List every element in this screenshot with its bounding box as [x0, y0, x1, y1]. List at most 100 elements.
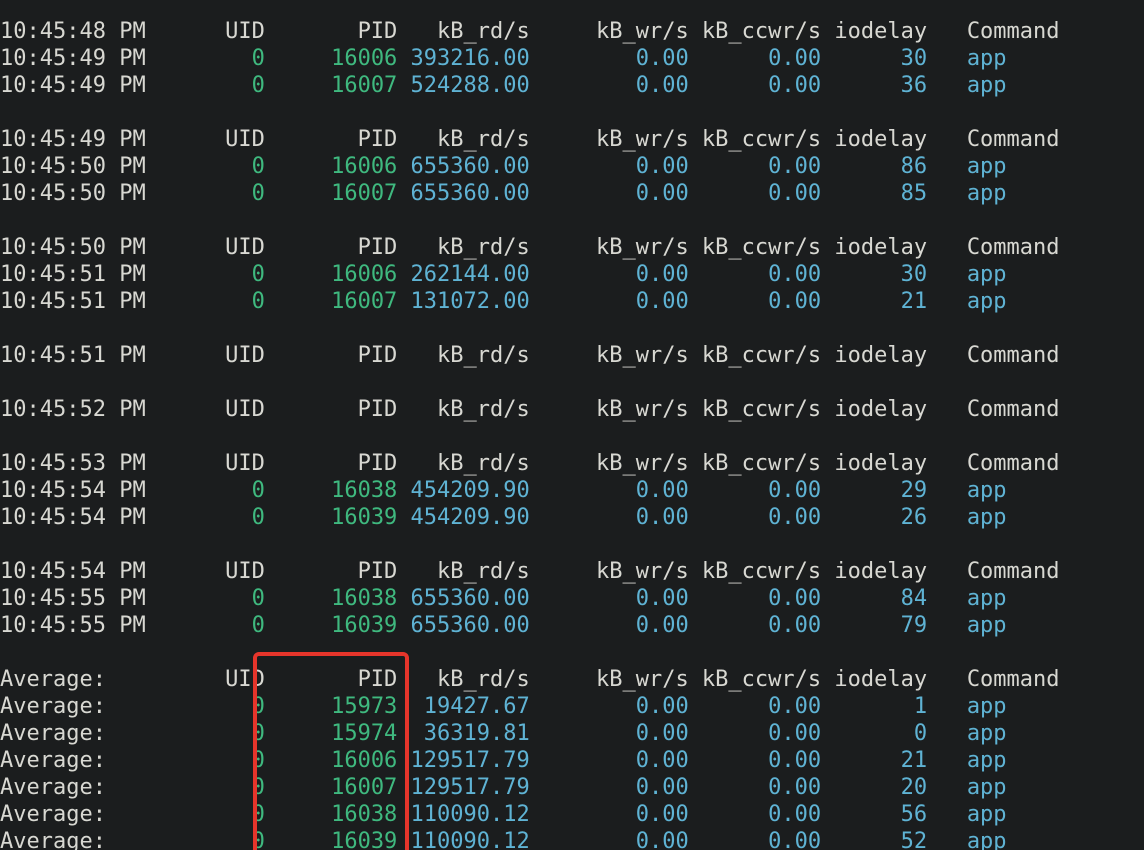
cell-command: app [927, 261, 1006, 288]
average-label: Average: [0, 666, 172, 693]
average-label: Average: [0, 720, 172, 747]
cell-uid: 0 [172, 504, 265, 531]
header-command: Command [927, 126, 1059, 153]
header-command: Command [927, 234, 1059, 261]
header-uid: UID [172, 396, 265, 423]
cell-kb-wr: 0.00 [530, 585, 689, 612]
cell-timestamp: 10:45:50 PM [0, 180, 172, 207]
cell-pid: 16038 [265, 477, 397, 504]
header-kb-rd: kB_rd/s [397, 126, 529, 153]
header-pid: PID [265, 450, 397, 477]
header-kb-wr: kB_wr/s [530, 450, 689, 477]
header-pid: PID [265, 666, 397, 693]
cell-uid: 0 [172, 261, 265, 288]
header-row: 10:45:53 PMUIDPIDkB_rd/skB_wr/skB_ccwr/s… [0, 450, 1144, 477]
cell-pid: 16007 [265, 774, 397, 801]
cell-command: app [927, 585, 1006, 612]
cell-kb-rd: 393216.00 [397, 45, 529, 72]
header-uid: UID [172, 450, 265, 477]
data-row: 10:45:54 PM016039454209.900.000.0026app [0, 504, 1144, 531]
cell-command: app [927, 693, 1006, 720]
cell-kb-rd: 131072.00 [397, 288, 529, 315]
cell-kb-wr: 0.00 [530, 801, 689, 828]
header-kb-ccwr: kB_ccwr/s [689, 450, 821, 477]
cell-command: app [927, 612, 1006, 639]
data-row: 10:45:49 PM016006393216.000.000.0030app [0, 45, 1144, 72]
header-iodelay: iodelay [821, 666, 927, 693]
data-row: 10:45:54 PM016038454209.900.000.0029app [0, 477, 1144, 504]
cell-kb-ccwr: 0.00 [689, 288, 821, 315]
cell-command: app [927, 828, 1006, 850]
average-row: Average:01597319427.670.000.001app [0, 693, 1144, 720]
cell-kb-wr: 0.00 [530, 153, 689, 180]
cell-timestamp: 10:45:55 PM [0, 585, 172, 612]
average-header-row: Average:UIDPIDkB_rd/skB_wr/skB_ccwr/siod… [0, 666, 1144, 693]
header-kb-wr: kB_wr/s [530, 666, 689, 693]
header-iodelay: iodelay [821, 18, 927, 45]
cell-command: app [927, 801, 1006, 828]
cell-kb-wr: 0.00 [530, 261, 689, 288]
cell-kb-rd: 524288.00 [397, 72, 529, 99]
header-iodelay: iodelay [821, 234, 927, 261]
cell-pid: 16006 [265, 45, 397, 72]
cell-uid: 0 [172, 720, 265, 747]
cell-iodelay: 36 [821, 72, 927, 99]
header-kb-wr: kB_wr/s [530, 126, 689, 153]
cell-command: app [927, 774, 1006, 801]
header-row: 10:45:51 PMUIDPIDkB_rd/skB_wr/skB_ccwr/s… [0, 342, 1144, 369]
data-row: 10:45:49 PM016007524288.000.000.0036app [0, 72, 1144, 99]
cell-pid: 16038 [265, 585, 397, 612]
cell-kb-wr: 0.00 [530, 828, 689, 850]
header-kb-ccwr: kB_ccwr/s [689, 396, 821, 423]
cell-command: app [927, 45, 1006, 72]
cell-command: app [927, 180, 1006, 207]
cell-timestamp: 10:45:50 PM [0, 153, 172, 180]
cell-pid: 16006 [265, 153, 397, 180]
blank-line [0, 639, 1144, 666]
header-command: Command [927, 18, 1059, 45]
cell-kb-ccwr: 0.00 [689, 153, 821, 180]
cell-timestamp: 10:45:51 PM [0, 288, 172, 315]
average-label: Average: [0, 747, 172, 774]
header-kb-rd: kB_rd/s [397, 666, 529, 693]
average-row: Average:016007129517.790.000.0020app [0, 774, 1144, 801]
header-kb-rd: kB_rd/s [397, 450, 529, 477]
cell-iodelay: 79 [821, 612, 927, 639]
cell-command: app [927, 72, 1006, 99]
header-iodelay: iodelay [821, 396, 927, 423]
cell-kb-wr: 0.00 [530, 747, 689, 774]
cell-kb-rd: 36319.81 [397, 720, 529, 747]
cell-kb-ccwr: 0.00 [689, 720, 821, 747]
cell-kb-ccwr: 0.00 [689, 828, 821, 850]
blank-line [0, 315, 1144, 342]
cell-pid: 15973 [265, 693, 397, 720]
header-timestamp: 10:45:48 PM [0, 18, 172, 45]
cell-command: app [927, 153, 1006, 180]
cell-uid: 0 [172, 828, 265, 850]
cell-pid: 16039 [265, 504, 397, 531]
header-row: 10:45:54 PMUIDPIDkB_rd/skB_wr/skB_ccwr/s… [0, 558, 1144, 585]
header-command: Command [927, 342, 1059, 369]
cell-timestamp: 10:45:51 PM [0, 261, 172, 288]
cell-uid: 0 [172, 153, 265, 180]
cell-kb-wr: 0.00 [530, 504, 689, 531]
cell-uid: 0 [172, 693, 265, 720]
cell-uid: 0 [172, 72, 265, 99]
header-uid: UID [172, 18, 265, 45]
blank-line [0, 531, 1144, 558]
blank-line [0, 423, 1144, 450]
header-row: 10:45:50 PMUIDPIDkB_rd/skB_wr/skB_ccwr/s… [0, 234, 1144, 261]
average-label: Average: [0, 693, 172, 720]
cell-command: app [927, 747, 1006, 774]
cell-command: app [927, 477, 1006, 504]
header-kb-ccwr: kB_ccwr/s [689, 126, 821, 153]
header-command: Command [927, 666, 1059, 693]
cell-pid: 16039 [265, 828, 397, 850]
header-timestamp: 10:45:50 PM [0, 234, 172, 261]
header-kb-ccwr: kB_ccwr/s [689, 342, 821, 369]
cell-iodelay: 86 [821, 153, 927, 180]
cell-pid: 16039 [265, 612, 397, 639]
cell-kb-ccwr: 0.00 [689, 585, 821, 612]
cell-kb-wr: 0.00 [530, 477, 689, 504]
cell-kb-wr: 0.00 [530, 72, 689, 99]
